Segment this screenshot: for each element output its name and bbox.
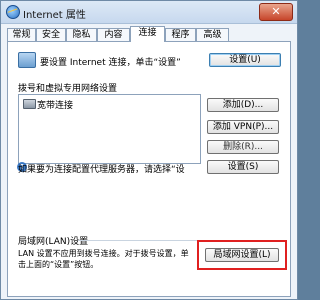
setup-instruction: 要设置 Internet 连接，单击“设置” bbox=[40, 58, 181, 68]
internet-properties-dialog: Internet 属性 ✕ 常规 安全 隐私 内容 连接 程序 高级 要设置 I… bbox=[0, 0, 298, 300]
delete-button[interactable]: 删除(R)... bbox=[207, 140, 279, 154]
tab-connections[interactable]: 连接 bbox=[130, 26, 165, 42]
add-vpn-button[interactable]: 添加 VPN(P)... bbox=[207, 120, 279, 134]
connection-settings-button[interactable]: 设置(S) bbox=[207, 160, 279, 174]
proxy-instruction: 如果要为连接配置代理服务器，请选择“设 bbox=[18, 165, 185, 175]
dialup-vpn-header: 拨号和虚拟专用网络设置 bbox=[18, 84, 118, 94]
title-bar: Internet 属性 ✕ bbox=[1, 1, 297, 24]
broadband-connection-icon bbox=[23, 99, 36, 109]
lan-description: LAN 设置不应用到拨号连接。对于拨号设置，单击上面的“设置”按钮。 bbox=[18, 249, 189, 269]
tab-general[interactable]: 常规 bbox=[7, 28, 36, 41]
internet-explorer-icon bbox=[6, 5, 20, 19]
connections-panel: 要设置 Internet 连接，单击“设置” 设置(U) 拨号和虚拟专用网络设置… bbox=[7, 41, 291, 297]
close-button[interactable]: ✕ bbox=[259, 3, 293, 21]
window-title: Internet 属性 bbox=[23, 10, 86, 21]
tab-privacy[interactable]: 隐私 bbox=[66, 28, 97, 41]
tab-security[interactable]: 安全 bbox=[36, 28, 66, 41]
tab-content[interactable]: 内容 bbox=[97, 28, 130, 41]
network-setup-icon bbox=[18, 52, 36, 68]
tab-advanced[interactable]: 高级 bbox=[196, 28, 229, 41]
lan-settings-button[interactable]: 局域网设置(L) bbox=[205, 248, 279, 262]
tab-programs[interactable]: 程序 bbox=[165, 28, 196, 41]
connection-label: 宽带连接 bbox=[37, 101, 74, 111]
add-button[interactable]: 添加(D)... bbox=[207, 98, 279, 112]
setup-button[interactable]: 设置(U) bbox=[209, 53, 281, 67]
connection-list[interactable]: 宽带连接 bbox=[18, 94, 201, 164]
